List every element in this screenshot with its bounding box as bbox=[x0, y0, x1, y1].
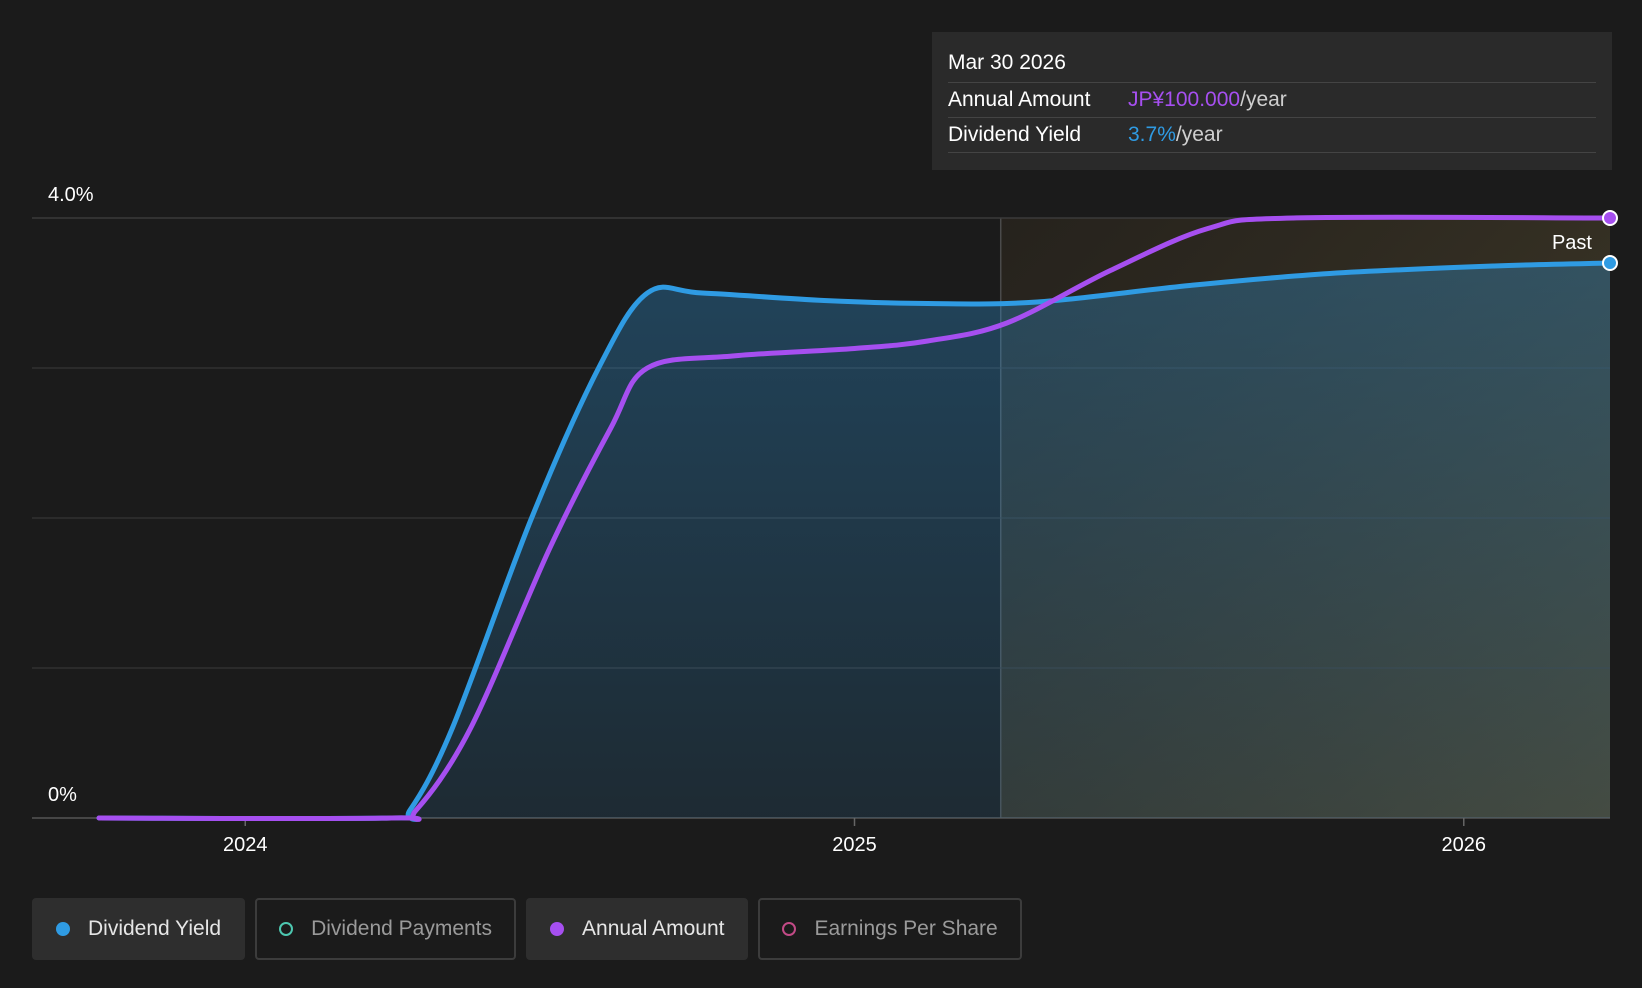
dividend-yield-end-point bbox=[1602, 255, 1618, 271]
tooltip-date: Mar 30 2026 bbox=[948, 51, 1066, 74]
legend-dot-icon bbox=[279, 922, 294, 936]
tooltip-label: Dividend Yield bbox=[948, 123, 1082, 146]
legend-item-dividend-payments[interactable]: Dividend Payments bbox=[255, 898, 517, 960]
legend-label: Earnings Per Share bbox=[814, 917, 998, 940]
x-tick-label: 2026 bbox=[1442, 834, 1487, 856]
legend-item-dividend-yield[interactable]: Dividend Yield bbox=[32, 898, 246, 960]
legend-dot-icon bbox=[550, 922, 565, 936]
tooltip-value: JP¥100.000 bbox=[1128, 88, 1241, 111]
tooltip-date-row: Mar 30 2026 bbox=[948, 46, 1596, 83]
tooltip: Mar 30 2026 Annual Amount JP¥100.000 /ye… bbox=[932, 32, 1612, 170]
tooltip-unit: /year bbox=[1240, 88, 1287, 111]
legend-label: Dividend Payments bbox=[311, 917, 493, 940]
legend: Dividend Yield Dividend Payments Annual … bbox=[32, 898, 1022, 960]
annual-amount-end-point bbox=[1602, 210, 1618, 226]
tooltip-row-annual-amount: Annual Amount JP¥100.000 /year bbox=[948, 83, 1596, 118]
legend-dot-icon bbox=[56, 922, 70, 936]
legend-dot-icon bbox=[782, 922, 797, 936]
tooltip-label: Annual Amount bbox=[948, 88, 1091, 111]
y-tick-label: 0% bbox=[48, 784, 77, 806]
tooltip-row-dividend-yield: Dividend Yield 3.7% /year bbox=[948, 118, 1596, 153]
x-tick-label: 2024 bbox=[223, 834, 268, 856]
legend-item-annual-amount[interactable]: Annual Amount bbox=[526, 898, 749, 960]
tooltip-unit: /year bbox=[1175, 123, 1223, 146]
tooltip-value: 3.7% bbox=[1128, 123, 1176, 146]
legend-label: Dividend Yield bbox=[88, 917, 222, 940]
y-tick-label: 4.0% bbox=[48, 184, 94, 206]
x-tick-label: 2025 bbox=[832, 834, 877, 856]
legend-item-earnings-per-share[interactable]: Earnings Per Share bbox=[758, 898, 1022, 960]
past-label: Past bbox=[1552, 232, 1592, 254]
legend-label: Annual Amount bbox=[582, 917, 725, 940]
